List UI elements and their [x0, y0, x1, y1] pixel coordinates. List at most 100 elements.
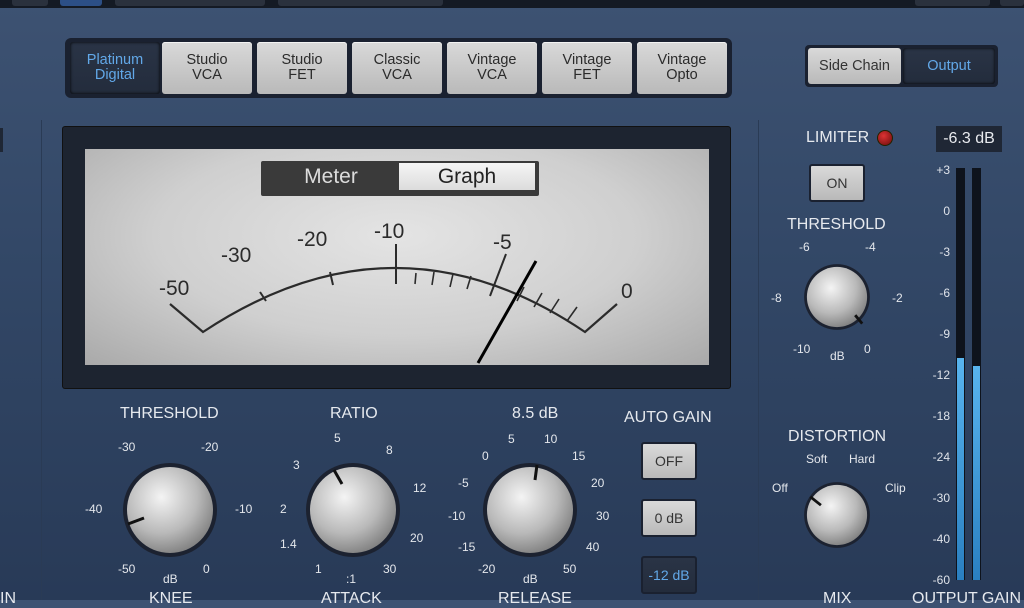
model-tab-line2: Digital — [94, 67, 136, 83]
threshold-label: THRESHOLD — [120, 405, 219, 422]
threshold-tick: -20 — [201, 440, 219, 454]
limiter-tick: -6 — [799, 240, 810, 254]
limiter-label: LIMITER — [806, 129, 870, 146]
auto-gain-0db-button[interactable]: 0 dB — [641, 499, 697, 537]
release-tick: 30 — [596, 509, 610, 523]
threshold-tick: 0 — [203, 562, 210, 576]
model-tab-line1: Classic — [373, 52, 421, 68]
threshold-tick: -50 — [118, 562, 136, 576]
knee-label: KNEE — [149, 590, 193, 607]
release-tick: -5 — [458, 476, 469, 490]
release-tick: 20 — [591, 476, 605, 490]
output-meter-scale: +3 0 -3 -6 -9 -12 -18 -24 -30 -40 -60 — [920, 163, 950, 587]
meter-tick — [414, 272, 417, 285]
release-knob[interactable] — [480, 460, 580, 560]
model-tab-line1: Vintage — [562, 52, 612, 68]
output-meter-scale-label: -30 — [932, 491, 950, 505]
model-tab-classic-vca[interactable]: Classic VCA — [352, 42, 442, 94]
meter-scale-label: -10 — [374, 220, 404, 243]
side-chain-button[interactable]: Side Chain — [808, 48, 901, 84]
threshold-tick: -40 — [85, 502, 103, 516]
release-tick: 50 — [563, 562, 577, 576]
distortion-clip-label: Clip — [885, 481, 906, 495]
host-button[interactable] — [915, 0, 990, 6]
output-meter-scale-label: -6 — [939, 286, 950, 300]
limiter-unit: dB — [830, 349, 845, 363]
left-panel-edge — [0, 128, 3, 152]
host-button[interactable] — [60, 0, 102, 6]
auto-gain-off-button[interactable]: OFF — [641, 442, 697, 480]
host-button[interactable] — [12, 0, 48, 6]
distortion-label: DISTORTION — [788, 428, 887, 445]
output-meter-scale-label: -3 — [939, 245, 950, 259]
output-meter-left — [956, 168, 965, 580]
meter-scale-label: 0 — [621, 280, 633, 303]
distortion-knob[interactable] — [802, 480, 872, 550]
meter-graph-toggle: Meter Graph — [261, 161, 539, 196]
release-tick: -10 — [448, 509, 466, 523]
ratio-tick: 3 — [293, 458, 300, 472]
host-toolbar-strip — [0, 0, 1024, 8]
release-tick: 10 — [544, 432, 558, 446]
threshold-knob[interactable] — [120, 460, 220, 560]
ratio-tick: 5 — [334, 431, 341, 445]
model-tab-vintage-fet[interactable]: Vintage FET — [542, 42, 632, 94]
output-meter-scale-label: -18 — [932, 409, 950, 423]
limiter-threshold-knob[interactable] — [802, 262, 872, 332]
output-gain-label: OUTPUT GAIN — [912, 590, 1022, 607]
release-tick: 5 — [508, 432, 515, 446]
meter-scale-label: -50 — [159, 277, 189, 300]
meter-scale-label: -5 — [493, 231, 512, 254]
output-meter-scale-label: -24 — [932, 450, 950, 464]
model-tab-line1: Studio — [186, 52, 228, 68]
panel-divider — [41, 120, 42, 600]
model-tab-platinum-digital[interactable]: Platinum Digital — [70, 42, 160, 94]
limiter-tick: 0 — [864, 342, 871, 356]
model-tab-studio-vca[interactable]: Studio VCA — [162, 42, 252, 94]
input-gain-label: IN — [0, 590, 16, 607]
release-label: RELEASE — [498, 590, 572, 607]
graph-tab[interactable]: Graph — [399, 163, 535, 190]
output-meter-right — [972, 168, 981, 580]
auto-gain-minus12-button[interactable]: -12 dB — [641, 556, 697, 594]
ratio-knob[interactable] — [303, 460, 403, 560]
ratio-unit: :1 — [346, 572, 357, 586]
output-level-readout: -6.3 dB — [936, 126, 1002, 152]
ratio-tick: 30 — [383, 562, 397, 576]
release-tick: 40 — [586, 540, 600, 554]
meter-needle — [476, 260, 538, 364]
limiter-threshold-label: THRESHOLD — [787, 216, 886, 233]
model-tab-vintage-opto[interactable]: Vintage Opto — [637, 42, 727, 94]
model-tab-line2: VCA — [477, 67, 507, 83]
auto-gain-label: AUTO GAIN — [624, 409, 712, 426]
limiter-tick: -4 — [865, 240, 876, 254]
threshold-tick: -30 — [118, 440, 136, 454]
ratio-tick: 1 — [315, 562, 322, 576]
model-tab-vintage-vca[interactable]: Vintage VCA — [447, 42, 537, 94]
host-button[interactable] — [278, 0, 443, 6]
ratio-tick: 8 — [386, 443, 393, 457]
ratio-tick: 20 — [410, 531, 424, 545]
model-tab-line1: Platinum — [86, 52, 144, 68]
ratio-tick: 1.4 — [280, 537, 297, 551]
meter-tick — [549, 298, 560, 314]
output-button[interactable]: Output — [903, 48, 995, 84]
meter-tab[interactable]: Meter — [263, 163, 399, 190]
ratio-tick: 12 — [413, 481, 427, 495]
compressor-model-selector: Platinum Digital Studio VCA Studio FET Classic… — [65, 38, 732, 98]
model-tab-line1: Vintage — [467, 52, 517, 68]
output-meter-scale-label: -9 — [939, 327, 950, 341]
meter-scale-label: -20 — [297, 228, 327, 251]
model-tab-line2: Opto — [666, 67, 698, 83]
host-button[interactable] — [115, 0, 265, 6]
output-meter-scale-label: 0 — [943, 204, 950, 218]
threshold-unit: dB — [163, 572, 178, 586]
limiter-on-button[interactable]: ON — [809, 164, 865, 202]
model-tab-studio-fet[interactable]: Studio FET — [257, 42, 347, 94]
meter-tick — [449, 273, 454, 288]
host-button[interactable] — [1000, 0, 1024, 6]
meter-tick — [431, 271, 435, 286]
limiter-tick: -10 — [793, 342, 811, 356]
output-meter-scale-label: -40 — [932, 532, 950, 546]
threshold-tick: -10 — [235, 502, 253, 516]
